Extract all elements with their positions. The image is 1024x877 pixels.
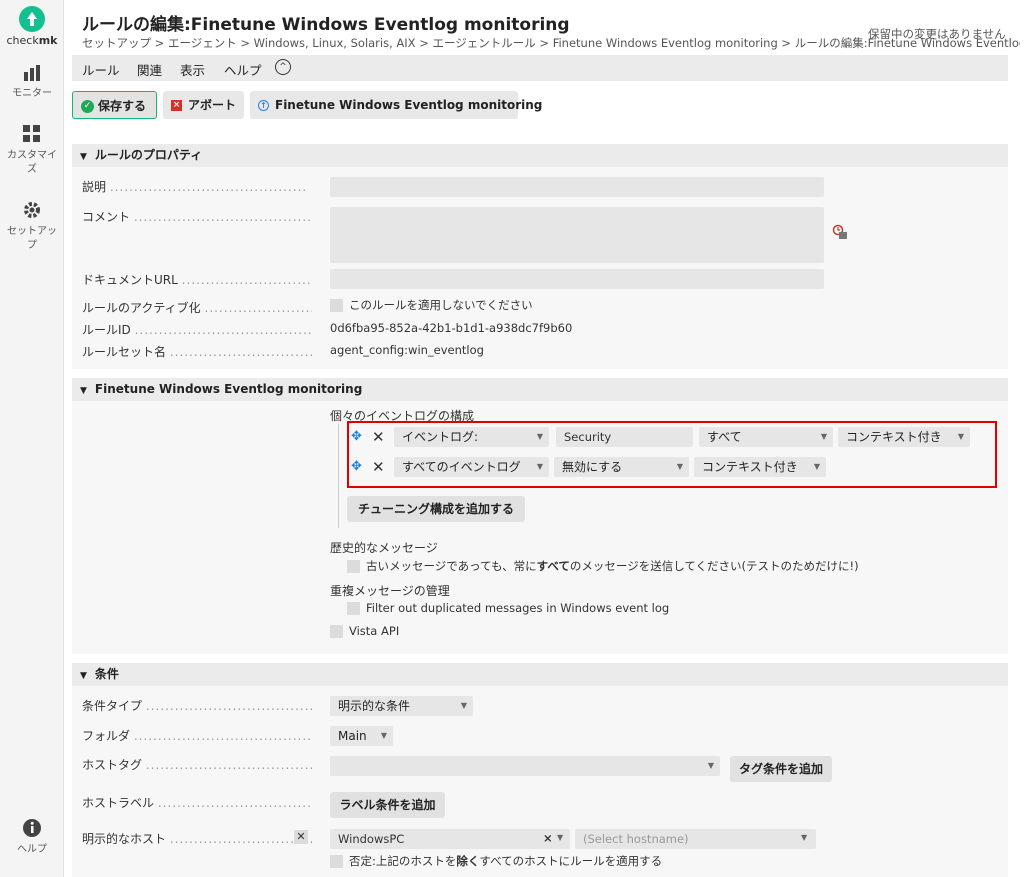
sidebar-item-label: モニター [12, 88, 52, 99]
collapse-menu-icon[interactable]: ^ [275, 59, 291, 75]
sidebar: checkmk モニター カスタマイズ セットアップ ヘルプ [0, 0, 64, 877]
highlight-box [347, 421, 997, 488]
host-select-placeholder[interactable]: (Select hostname) ▼ [575, 829, 816, 849]
historic-messages-label: 歴史的なメッセージ [330, 541, 438, 555]
ruleset-label: ルールセット名 ................................… [82, 345, 312, 359]
conditions-header[interactable]: ▼ 条件 [72, 663, 1008, 686]
host-labels-label: ホストラベル .................................… [82, 796, 312, 810]
filter-duplicates-checkbox[interactable] [347, 602, 360, 615]
logo-prefix: check [6, 34, 39, 47]
page-title: ルールの編集:Finetune Windows Eventlog monitor… [82, 15, 570, 35]
sidebar-item-label: セットアップ [7, 226, 57, 251]
add-tuning-config-button[interactable]: チューニング構成を追加する [347, 496, 525, 522]
filter-duplicates-option[interactable]: Filter out duplicated messages in Window… [347, 601, 669, 615]
negate-hosts-option[interactable]: 否定:上記のホストを除くすべてのホストにルールを適用する [330, 853, 662, 869]
activation-label: ルールのアクティブ化 .......................... [82, 301, 312, 315]
conditions-section: ▼ 条件 条件タイプ ..............................… [72, 663, 1008, 877]
host-tags-label: ホストタグ ..................................… [82, 758, 312, 772]
section-title: Finetune Windows Eventlog monitoring [94, 382, 363, 396]
collapse-triangle-icon: ▼ [80, 152, 87, 162]
vista-api-checkbox[interactable] [330, 625, 343, 638]
save-button-label: 保存する [98, 99, 147, 113]
condition-type-select[interactable]: 明示的な条件 ▼ [330, 696, 473, 716]
collapse-triangle-icon: ▼ [80, 671, 87, 681]
save-button[interactable]: ✓ 保存する [72, 91, 157, 119]
negate-hosts-toggle-icon[interactable]: ✕ [294, 830, 308, 844]
checkmk-logo[interactable]: checkmk [0, 6, 64, 49]
finetune-header[interactable]: ▼ Finetune Windows Eventlog monitoring [72, 378, 1008, 401]
dropdown-arrow-icon: ▼ [380, 731, 387, 740]
list-guide-line [338, 424, 339, 528]
menu-help[interactable]: ヘルプ [224, 60, 262, 79]
doc-url-input[interactable] [330, 269, 824, 289]
dropdown-arrow-icon: ▼ [707, 761, 714, 770]
rule-id-label: ルールID ..................................… [82, 323, 312, 337]
logo-bold: mk [38, 34, 58, 47]
finetune-nav-button[interactable]: ↑ Finetune Windows Eventlog monitoring [250, 91, 542, 119]
grid-icon [23, 125, 40, 142]
abort-button-label: アボート [188, 98, 237, 112]
historic-messages-option[interactable]: 古いメッセージであっても、常にすべてのメッセージを送信してください(テストのため… [347, 558, 859, 574]
condition-type-label: 条件タイプ ..................................… [82, 699, 312, 713]
historic-messages-checkbox[interactable] [347, 560, 360, 573]
disable-rule-option[interactable]: このルールを適用しないでください [330, 297, 533, 313]
menu-display[interactable]: 表示 [180, 60, 205, 79]
comment-textarea[interactable] [330, 207, 824, 263]
rule-properties-section: ▼ ルールのプロパティ 説明 ..........................… [72, 144, 1008, 369]
arrow-up-icon: ↑ [258, 100, 269, 111]
description-input[interactable] [330, 177, 824, 197]
finetune-nav-label: Finetune Windows Eventlog monitoring [275, 98, 543, 112]
abort-button[interactable]: × アボート [163, 91, 244, 119]
duplicate-messages-label: 重複メッセージの管理 [330, 584, 450, 598]
section-title: ルールのプロパティ [94, 148, 203, 162]
host-tags-select[interactable]: ▼ [330, 756, 720, 776]
vista-api-option[interactable]: Vista API [330, 624, 399, 638]
disable-rule-text: このルールを適用しないでください [349, 298, 533, 312]
check-icon: ✓ [81, 100, 94, 113]
sidebar-item-help[interactable]: ヘルプ [0, 818, 64, 857]
description-label: 説明 .....................................… [82, 180, 308, 194]
clear-host-icon[interactable]: × [543, 831, 553, 845]
disable-rule-checkbox[interactable] [330, 299, 343, 312]
dropdown-arrow-icon: ▼ [557, 833, 564, 842]
dropdown-arrow-icon: ▼ [801, 833, 808, 842]
rule-id-value: 0d6fba95-852a-42b1-b1d1-a938dc7f9b60 [330, 321, 573, 335]
cancel-icon: × [171, 100, 182, 111]
comment-label: コメント ...................................… [82, 210, 312, 224]
sidebar-item-monitor[interactable]: モニター [0, 64, 64, 101]
dropdown-arrow-icon: ▼ [460, 701, 467, 710]
bar-chart-icon [24, 65, 40, 81]
add-label-condition-button[interactable]: ラベル条件を追加 [330, 792, 445, 818]
menu-bar: ルール 関連 表示 ヘルプ ^ [72, 55, 1008, 81]
sidebar-item-label: カスタマイズ [7, 150, 57, 175]
menu-rules[interactable]: ルール [82, 60, 120, 79]
ruleset-value: agent_config:win_eventlog [330, 343, 484, 357]
timestamp-icon[interactable] [832, 224, 848, 240]
rule-properties-header[interactable]: ▼ ルールのプロパティ [72, 144, 1008, 167]
folder-label: フォルダ ...................................… [82, 729, 312, 743]
sidebar-item-label: ヘルプ [17, 844, 47, 855]
menu-related[interactable]: 関連 [137, 60, 162, 79]
sidebar-item-setup[interactable]: セットアップ [0, 200, 64, 253]
section-title: 条件 [94, 667, 119, 681]
gear-icon [24, 202, 40, 218]
sidebar-item-customize[interactable]: カスタマイズ [0, 124, 64, 177]
info-icon [23, 819, 41, 837]
explicit-hosts-label: 明示的なホスト ................................… [82, 832, 312, 846]
checkmk-logo-icon [19, 6, 45, 32]
pending-changes-status[interactable]: 保留中の変更はありません [868, 26, 1006, 42]
collapse-triangle-icon: ▼ [80, 386, 87, 396]
doc-url-label: ドキュメントURL .............................. [82, 273, 312, 287]
add-tag-condition-button[interactable]: タグ条件を追加 [730, 756, 832, 782]
host-select[interactable]: WindowsPC × ▼ [330, 829, 570, 849]
folder-select[interactable]: Main ▼ [330, 726, 393, 746]
negate-hosts-checkbox[interactable] [330, 855, 343, 868]
